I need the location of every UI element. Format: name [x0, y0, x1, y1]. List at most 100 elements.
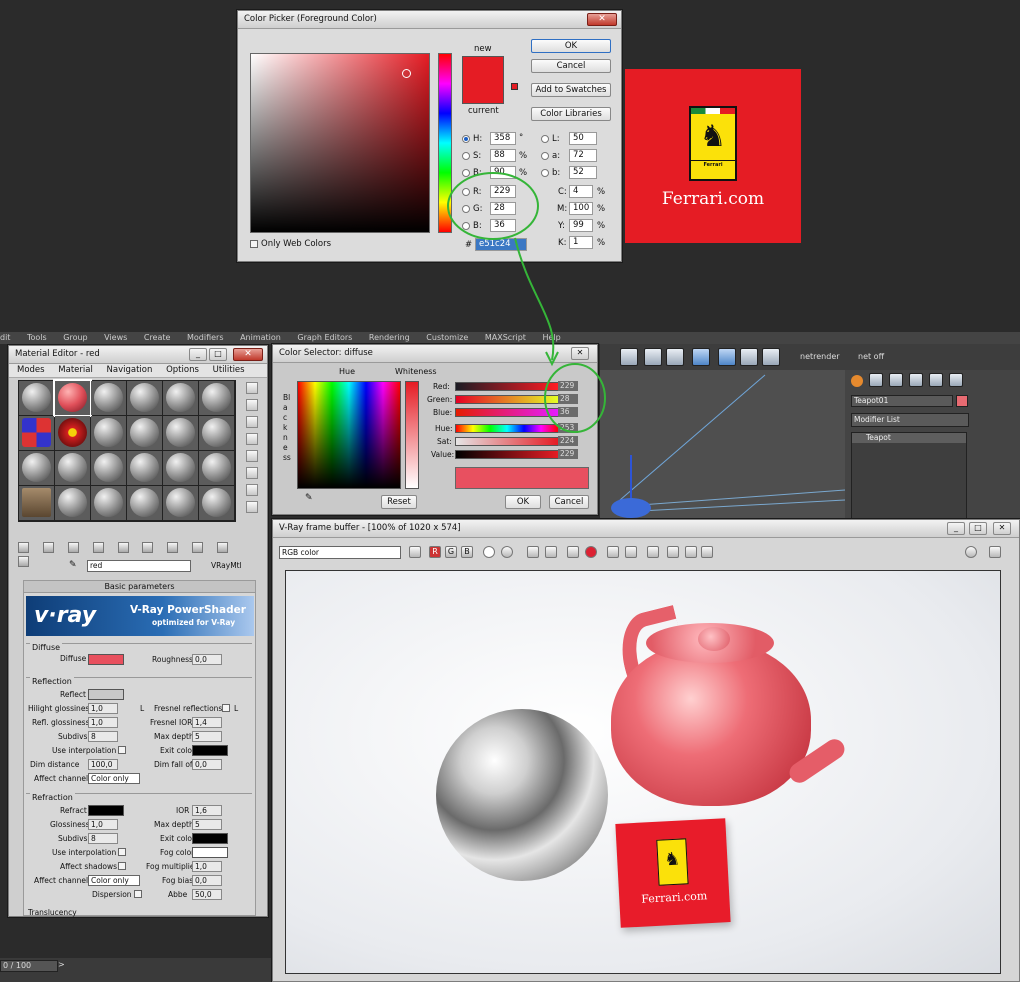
hex-field[interactable]: e51c24 — [475, 238, 527, 251]
backlight-icon[interactable] — [246, 399, 258, 411]
radio-g[interactable] — [462, 205, 470, 213]
material-slot[interactable] — [19, 451, 54, 485]
menu-item[interactable]: Customize — [426, 333, 468, 342]
material-slot[interactable] — [163, 486, 198, 520]
material-slot-selected[interactable] — [53, 379, 92, 417]
hilight-lock-toggle[interactable]: L — [140, 704, 144, 713]
sample-type-icon[interactable] — [246, 382, 258, 394]
basic-parameters-rollout[interactable]: Basic parameters — [24, 581, 255, 593]
roughness-field[interactable]: 0,0 — [192, 654, 222, 665]
sample-uv-tiling-icon[interactable] — [246, 433, 258, 445]
fog-bias-field[interactable]: 0,0 — [192, 875, 222, 886]
only-web-colors-checkbox[interactable] — [250, 240, 258, 248]
object-color-swatch[interactable] — [956, 395, 968, 407]
material-slot[interactable] — [127, 486, 162, 520]
green-spinner[interactable]: 28 — [558, 394, 578, 404]
material-name-field[interactable]: red — [87, 560, 191, 572]
field-l[interactable]: 50 — [569, 132, 597, 145]
green-channel-button[interactable]: G — [445, 546, 457, 558]
material-slot[interactable] — [199, 451, 234, 485]
abbe-field[interactable]: 50,0 — [192, 889, 222, 900]
menu-item[interactable]: dit — [0, 333, 10, 342]
modifier-list-dropdown[interactable]: Modifier List — [851, 413, 969, 427]
fog-color-swatch[interactable] — [192, 847, 228, 858]
menu-item[interactable]: Graph Editors — [297, 333, 352, 342]
background-icon[interactable] — [246, 416, 258, 428]
menu-item[interactable]: Rendering — [369, 333, 410, 342]
field-g[interactable]: 28 — [490, 202, 516, 215]
refr-max-depth-field[interactable]: 5 — [192, 819, 222, 830]
render-production-icon[interactable] — [762, 348, 780, 366]
minimize-icon[interactable]: _ — [947, 522, 965, 535]
material-slot[interactable] — [19, 416, 54, 450]
field-a[interactable]: 72 — [569, 149, 597, 162]
radio-b[interactable] — [462, 169, 470, 177]
ok-button[interactable]: OK — [531, 39, 611, 53]
render-frame-icon[interactable] — [718, 348, 736, 366]
assign-material-icon[interactable] — [67, 542, 79, 553]
material-slot[interactable] — [199, 486, 234, 520]
refl-exit-color-swatch[interactable] — [192, 745, 228, 756]
viewport[interactable] — [600, 370, 846, 522]
render-setup-icon[interactable] — [620, 348, 638, 366]
hilight-glossiness-field[interactable]: 1,0 — [88, 703, 118, 714]
material-slot[interactable] — [55, 451, 90, 485]
ior-field[interactable]: 1,6 — [192, 805, 222, 816]
menu-item[interactable]: Tools — [27, 333, 47, 342]
lens-effects-icon[interactable] — [989, 546, 1001, 558]
radio-r[interactable] — [462, 188, 470, 196]
field-m[interactable]: 100 — [569, 202, 593, 215]
select-by-material-icon[interactable] — [246, 501, 258, 513]
material-slot[interactable] — [127, 416, 162, 450]
diffuse-color-swatch[interactable] — [88, 654, 124, 665]
hue-blackness-field[interactable] — [297, 381, 401, 489]
color-libraries-button[interactable]: Color Libraries — [531, 107, 611, 121]
material-type-button[interactable]: VRayMtl — [211, 561, 242, 570]
ok-button[interactable]: OK — [505, 495, 541, 509]
material-slot[interactable] — [91, 416, 126, 450]
value-slider[interactable] — [455, 450, 559, 459]
dispersion-checkbox[interactable] — [134, 890, 142, 898]
material-slot[interactable] — [55, 416, 90, 450]
red-spinner[interactable]: 229 — [558, 381, 578, 391]
rendered-frame-window-icon[interactable] — [740, 348, 758, 366]
reflect-color-swatch[interactable] — [88, 689, 124, 700]
material-slot[interactable] — [91, 486, 126, 520]
menu-item[interactable]: Help — [542, 333, 560, 342]
display-icon[interactable] — [929, 373, 943, 387]
refr-affect-channels-dropdown[interactable]: Color only — [88, 875, 140, 886]
refr-glossiness-field[interactable]: 1,0 — [88, 819, 118, 830]
add-to-swatches-button[interactable]: Add to Swatches — [531, 83, 611, 97]
schematic-view-icon[interactable] — [666, 348, 684, 366]
field-r[interactable]: 229 — [490, 185, 516, 198]
cancel-button[interactable]: Cancel — [549, 495, 589, 509]
alpha-channel-icon[interactable] — [483, 546, 495, 558]
fog-multiplier-field[interactable]: 1,0 — [192, 861, 222, 872]
modify-icon[interactable] — [869, 373, 883, 387]
menu-options[interactable]: Options — [166, 365, 199, 375]
region-render-icon[interactable] — [667, 546, 679, 558]
web-safe-warning-icon[interactable] — [511, 83, 518, 90]
refr-exit-color-swatch[interactable] — [192, 833, 228, 844]
field-s[interactable]: 88 — [490, 149, 516, 162]
close-icon[interactable]: ✕ — [587, 13, 617, 26]
utilities-icon[interactable] — [949, 373, 963, 387]
material-slot[interactable] — [91, 381, 126, 415]
dim-falloff-field[interactable]: 0,0 — [192, 759, 222, 770]
time-slider[interactable]: 0 / 100 — [0, 960, 58, 972]
radio-lab-b[interactable] — [541, 169, 549, 177]
mono-icon[interactable] — [501, 546, 513, 558]
material-editor-titlebar[interactable]: Material Editor - red _ □ ✕ — [9, 346, 267, 364]
green-slider[interactable] — [455, 395, 559, 404]
eyedropper-icon[interactable]: ✎ — [69, 560, 79, 570]
maximize-icon[interactable]: □ — [209, 348, 227, 361]
put-to-scene-icon[interactable] — [42, 542, 54, 553]
radio-l[interactable] — [541, 135, 549, 143]
field-h[interactable]: 358 — [490, 132, 516, 145]
object-name-field[interactable]: Teapot01 — [851, 395, 953, 407]
material-slot[interactable] — [55, 486, 90, 520]
menu-utilities[interactable]: Utilities — [213, 365, 245, 375]
make-copy-icon[interactable] — [117, 542, 129, 553]
close-icon[interactable]: ✕ — [993, 522, 1011, 535]
save-image-icon[interactable] — [527, 546, 539, 558]
